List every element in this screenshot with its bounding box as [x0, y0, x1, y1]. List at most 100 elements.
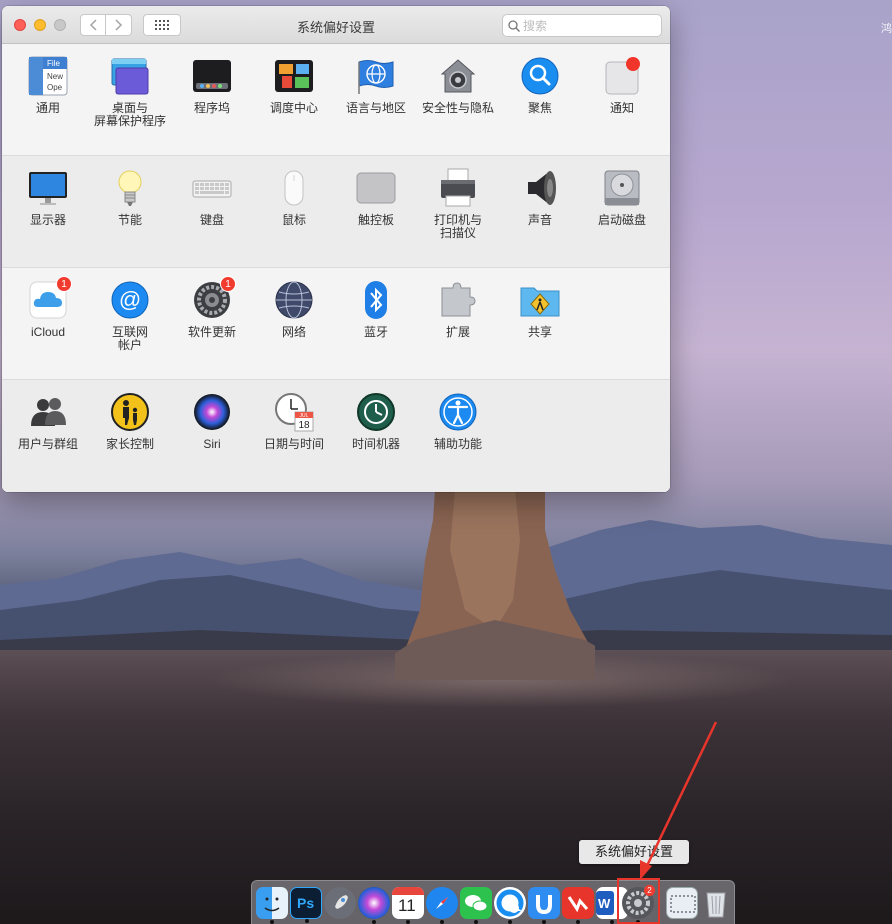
pane-keyboard[interactable]: 键盘: [171, 168, 253, 227]
pane-label: 打印机与 扫描仪: [433, 213, 482, 240]
pane-label: 鼠标: [281, 213, 306, 227]
wps-icon: [567, 896, 589, 913]
general-icon: File New Ope: [28, 56, 68, 96]
pane-internet-accounts[interactable]: @ 互联网 帐户: [89, 280, 171, 352]
pane-desktop-screensaver[interactable]: 桌面与 屏幕保护程序: [89, 56, 171, 128]
calendar-icon: 11: [398, 896, 416, 915]
pane-label: 用户与群组: [17, 437, 78, 451]
preferences-section-internet: 1 iCloud @ 互联网 帐户 1 软件更新 网络 蓝牙 扩展 共享: [2, 268, 670, 380]
dock-tooltip: 系统偏好设置: [579, 840, 689, 864]
pane-users-groups[interactable]: 用户与群组: [7, 392, 89, 451]
mouse-icon: [284, 170, 304, 206]
running-indicator: [474, 920, 478, 924]
dock-launchpad[interactable]: [324, 887, 356, 919]
pane-label: 键盘: [199, 213, 224, 227]
pane-label: 家长控制: [105, 437, 154, 451]
dock-trash[interactable]: [700, 887, 732, 919]
pane-label: 调度中心: [269, 101, 318, 115]
pane-bluetooth[interactable]: 蓝牙: [335, 280, 417, 339]
dock-siri[interactable]: [358, 887, 390, 924]
pane-siri[interactable]: Siri: [171, 392, 253, 451]
lightbulb-icon: [118, 170, 142, 206]
general-new-text: New: [47, 72, 63, 81]
pane-date-time[interactable]: JUL 18 日期与时间: [253, 392, 335, 451]
pane-label: 节能: [117, 213, 142, 227]
pane-time-machine[interactable]: 时间机器: [335, 392, 417, 451]
display-icon: [29, 172, 67, 205]
dock-safari[interactable]: [426, 887, 458, 924]
pane-printers-scanners[interactable]: 打印机与 扫描仪: [417, 168, 499, 240]
search-field[interactable]: [502, 14, 662, 37]
hard-drive-icon: [604, 170, 640, 206]
pane-spotlight[interactable]: 聚焦: [499, 56, 581, 115]
screenshot-icon: [670, 895, 696, 913]
trackpad-icon: [356, 172, 396, 204]
pane-energy-saver[interactable]: 节能: [89, 168, 171, 227]
compass-icon: [436, 897, 448, 909]
running-indicator: [406, 920, 410, 924]
finder-icon: [264, 897, 280, 912]
pane-displays[interactable]: 显示器: [7, 168, 89, 227]
bluetooth-icon: [365, 281, 387, 319]
users-icon: [31, 398, 66, 426]
printer-icon: [441, 168, 475, 207]
pane-label: 软件更新: [187, 325, 236, 339]
search-input[interactable]: [523, 18, 653, 33]
dock-photoshop[interactable]: Ps: [290, 887, 322, 923]
rocket-icon: [335, 895, 348, 909]
preferences-section-system: 用户与群组 家长控制 Siri JUL 18 日期与时间 时间机器 辅助功能: [2, 380, 670, 492]
annotation-highlight-box: [617, 878, 660, 924]
pane-sharing[interactable]: 共享: [499, 280, 581, 339]
dock-wps[interactable]: [562, 887, 594, 924]
pane-security-privacy[interactable]: 安全性与隐私: [417, 56, 499, 115]
pane-label: 通知: [609, 101, 634, 115]
pane-sound[interactable]: 声音: [499, 168, 581, 227]
pane-label: 时间机器: [351, 437, 400, 451]
pane-trackpad[interactable]: 触控板: [335, 168, 417, 227]
pane-network[interactable]: 网络: [253, 280, 335, 339]
running-indicator: [542, 920, 546, 924]
spotlight-icon: [521, 57, 559, 95]
pane-icloud[interactable]: 1 iCloud: [7, 276, 89, 339]
globe-flag-icon: [358, 60, 394, 94]
pane-mission-control[interactable]: 调度中心: [253, 56, 335, 115]
pane-startup-disk[interactable]: 启动磁盘: [581, 168, 663, 227]
time-machine-icon: [357, 393, 395, 431]
pane-dock[interactable]: 程序坞: [171, 56, 253, 115]
dock-screenshot-file[interactable]: [666, 887, 698, 919]
pane-extensions[interactable]: 扩展: [417, 280, 499, 339]
calendar-header: [392, 887, 424, 895]
clock-calendar-icon: JUL 18: [275, 393, 314, 432]
dock-wechat[interactable]: [460, 887, 492, 924]
preferences-section-personal: File New Ope 通用 桌面与 屏幕保护程序 程序坞 调度中心 语言与地…: [2, 44, 670, 156]
pane-label: 程序坞: [193, 101, 230, 115]
pane-language-region[interactable]: 语言与地区: [335, 56, 417, 115]
dock-finder[interactable]: [256, 887, 288, 924]
calendar-day-text: 18: [298, 420, 310, 431]
pane-general[interactable]: File New Ope 通用: [7, 56, 89, 115]
pane-label: 共享: [527, 325, 552, 339]
parental-controls-icon: [111, 393, 149, 431]
preferences-section-hardware: 显示器 节能 键盘 鼠标 触控板 打印机与 扫描仪 声音 启动磁盘: [2, 156, 670, 268]
pane-label: 辅助功能: [433, 437, 482, 451]
pane-label: 蓝牙: [363, 325, 388, 339]
pane-label: 显示器: [29, 213, 66, 227]
general-open-text: Ope: [47, 83, 63, 92]
photoshop-icon: Ps: [297, 895, 315, 911]
running-indicator: [610, 920, 614, 924]
dock-qq-browser[interactable]: [494, 887, 526, 924]
pane-software-update[interactable]: 1 软件更新: [171, 276, 253, 339]
pane-parental-controls[interactable]: 家长控制: [89, 392, 171, 451]
pane-notifications[interactable]: 通知: [581, 56, 663, 115]
app-u-icon: [536, 895, 552, 915]
notification-badge: 1: [220, 276, 236, 292]
notifications-icon: [605, 57, 640, 95]
calendar-month-text: JUL: [300, 413, 309, 419]
pane-mouse[interactable]: 鼠标: [253, 168, 335, 227]
pane-label: 网络: [281, 325, 306, 339]
desktop-screensaver-icon: [111, 58, 149, 95]
dock-calendar[interactable]: 11: [392, 887, 424, 924]
pane-label: 扩展: [445, 325, 470, 339]
dock-app-u[interactable]: [528, 887, 560, 924]
pane-accessibility[interactable]: 辅助功能: [417, 392, 499, 451]
